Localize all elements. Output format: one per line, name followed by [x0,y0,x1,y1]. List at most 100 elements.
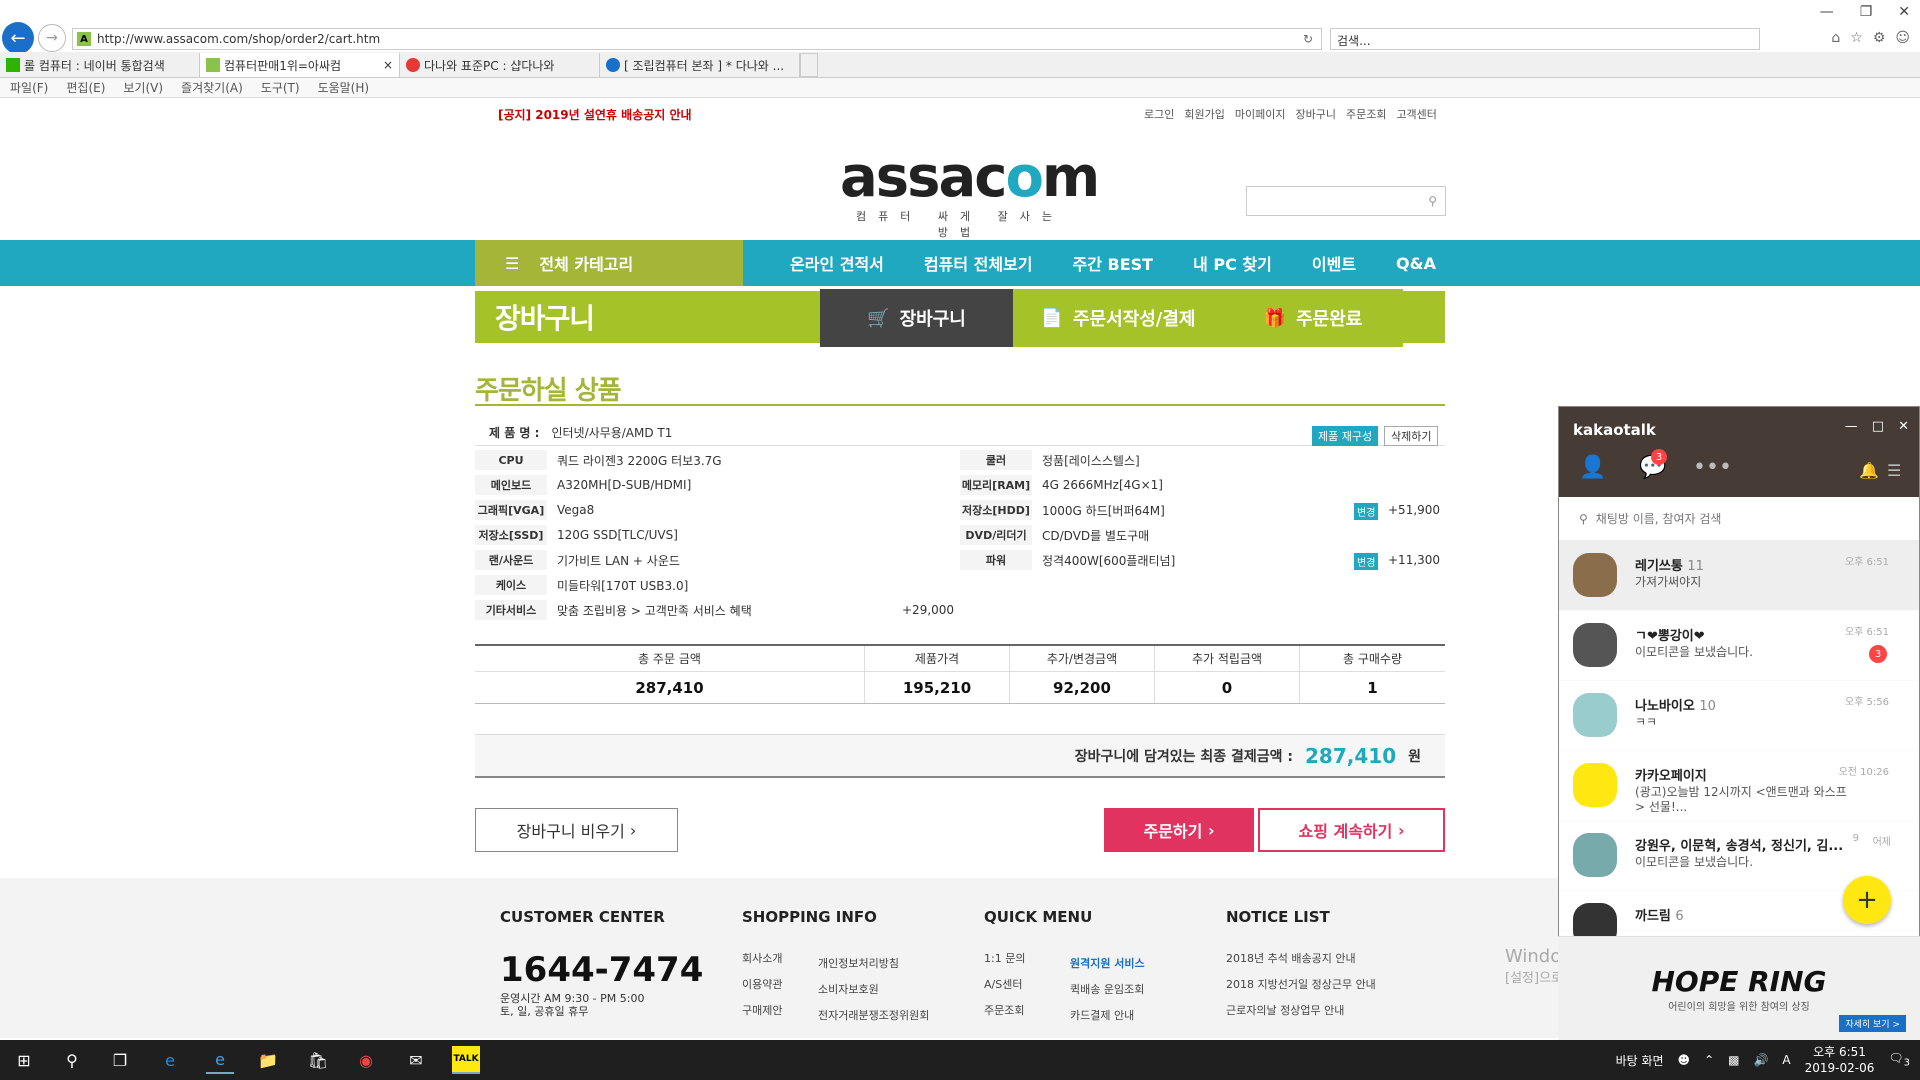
gear-icon[interactable]: ⚙ [1873,30,1886,46]
browser-search-input[interactable]: 검색... [1330,28,1760,50]
menu-icon[interactable]: ☰ [1887,461,1901,480]
menu-file[interactable]: 파일(F) [10,79,48,96]
login-link[interactable]: 로그인 [1144,106,1174,122]
chat-item[interactable]: 카카오페이지 (광고)오늘밤 12시까지 <앤트맨과 와스프> 선물!... 오전 … [1559,751,1919,821]
continue-shopping-button[interactable]: 쇼핑 계속하기 › [1258,808,1445,852]
nav-online-estimate[interactable]: 온라인 견적서 [790,251,884,275]
menu-view[interactable]: 보기(V) [123,79,163,96]
add-change-amount: 92,200 [1010,672,1155,703]
nav-qna[interactable]: Q&A [1396,254,1436,273]
star-icon[interactable]: ☆ [1850,30,1863,46]
close-icon[interactable]: ✕ [1898,4,1910,20]
minimize-icon[interactable]: — [1820,4,1834,20]
delete-button[interactable]: 삭제하기 [1384,426,1439,446]
reconfigure-button[interactable]: 제품 재구성 [1312,426,1379,446]
new-tab-button[interactable] [800,53,818,77]
order-button[interactable]: 주문하기 › [1104,808,1254,852]
mypage-link[interactable]: 마이페이지 [1235,106,1286,122]
nav-find-pc[interactable]: 내 PC 찾기 [1193,251,1272,275]
friends-icon[interactable]: 👤 [1579,455,1606,480]
total-qty: 1 [1367,678,1378,697]
notification-icon[interactable]: 🗨3 [1888,1051,1910,1068]
clock[interactable]: 오후 6:51 2019-02-06 [1805,1044,1875,1076]
site-logo[interactable]: assacom 컴퓨터 싸게 잘사는 방법 [840,150,1100,240]
search-icon[interactable]: ⚲ [58,1046,86,1074]
product-price: 195,210 [865,672,1010,703]
kakao-search-input[interactable]: ⚲ 채팅방 이름, 참여자 검색 [1559,497,1919,541]
site-favicon-icon: A [77,32,91,46]
spec-row: 쿨러 정품[레이스스텔스] [960,450,1140,470]
empty-cart-button[interactable]: 장바구니 비우기 › [475,808,678,852]
new-chat-button[interactable]: + [1843,876,1891,924]
menu-tools[interactable]: 도구(T) [261,79,300,96]
mail-icon[interactable]: ✉ [402,1046,430,1074]
people-icon[interactable]: ☻ [1678,1053,1691,1067]
address-bar[interactable]: A http://www.assacom.com/shop/order2/car… [72,28,1322,50]
power-change-button[interactable]: 변경 [1354,553,1379,570]
search-icon[interactable]: ⚲ [1428,194,1437,208]
maximize-icon[interactable]: □ [1872,419,1884,434]
customer-center-link[interactable]: 고객센터 [1396,106,1436,122]
chrome-icon[interactable]: ◉ [352,1046,380,1074]
top-notice-link[interactable]: [공지] 2019년 설연휴 배송공지 안내 [498,106,692,123]
system-tray: 바탕 화면 ☻ ⌃ ▩ 🔊 A 오후 6:51 2019-02-06 🗨3 [1616,1040,1910,1080]
order-check-link[interactable]: 주문조회 [1346,106,1386,122]
spec-row: 저장소[SSD] 120G SSD[TLC/UVS] [475,525,678,545]
chat-item[interactable]: ㄱ❤뽕강이❤ 이모티콘을 보냈습니다. 오후 6:51 3 [1559,611,1919,681]
main-nav-menu: 온라인 견적서 컴퓨터 전체보기 주간 BEST 내 PC 찾기 이벤트 Q&A [790,240,1436,286]
edge-icon[interactable]: e [156,1046,184,1074]
ime-indicator[interactable]: A [1782,1053,1790,1067]
cart-link[interactable]: 장바구니 [1295,106,1335,122]
minimize-icon[interactable]: — [1845,419,1858,434]
spec-row: 그래픽[VGA] Vega8 [475,500,594,520]
tab-naver[interactable]: 롤 컴퓨터 : 네이버 통합검색 [0,53,200,77]
nav-all-computers[interactable]: 컴퓨터 전체보기 [924,251,1033,275]
menu-edit[interactable]: 편집(E) [66,79,105,96]
join-link[interactable]: 회원가입 [1184,106,1224,122]
back-button[interactable]: ← [2,22,34,54]
network-icon[interactable]: ▩ [1728,1053,1739,1067]
close-icon[interactable]: ✕ [1898,419,1909,434]
forward-button[interactable]: → [38,24,66,52]
tab-danawa[interactable]: 다나와 표준PC : 샵다나와 [400,53,600,77]
tab-close-icon[interactable]: × [383,58,393,72]
menu-help[interactable]: 도움말(H) [318,79,370,96]
windows-start-icon[interactable]: ⊞ [10,1046,38,1074]
smiley-icon[interactable]: ☺ [1895,30,1910,46]
tab-assacom[interactable]: 컴퓨터판매1위=아싸컴 × [200,53,400,77]
site-search-input[interactable]: ⚲ [1246,186,1446,216]
chat-item[interactable]: 레기쓰통 11 가져가써야지 오후 6:51 [1559,541,1919,611]
bell-icon[interactable]: 🔔 [1859,461,1879,480]
service-add-price: +29,000 [902,603,955,617]
chat-item[interactable]: 나노바이오 10 ㅋㅋ 오후 5:56 [1559,681,1919,751]
kakao-ad-banner[interactable]: HOPE RING 어린이의 희망을 위한 참여의 상징 자세히 보기 > [1558,936,1920,1040]
hdd-change-button[interactable]: 변경 [1354,503,1379,520]
product-name: 인터넷/사무용/AMD T1 [551,426,673,440]
nav-weekly-best[interactable]: 주간 BEST [1073,251,1154,275]
plus-icon: + [1856,885,1878,915]
footer-hours: 운영시간 AM 9:30 - PM 5:00 토, 일, 공휴일 휴무 [500,992,645,1018]
file-explorer-icon[interactable]: 📁 [254,1046,282,1074]
ie-icon [606,58,620,72]
ie-icon[interactable]: e [206,1046,234,1074]
order-section-title: 주문하실 상품 [475,370,1445,406]
spec-row: 메인보드 A320MH[D-SUB/HDMI] [475,475,691,495]
volume-icon[interactable]: 🔊 [1753,1053,1768,1067]
menu-favorites[interactable]: 즐겨찾기(A) [181,79,243,96]
home-icon[interactable]: ⌂ [1831,30,1840,46]
kakaotalk-icon[interactable]: TALK [452,1046,480,1074]
ad-detail-button[interactable]: 자세히 보기 > [1839,1015,1906,1032]
restore-icon[interactable]: ❐ [1860,4,1873,20]
nav-event[interactable]: 이벤트 [1312,251,1356,275]
step-order-form: 📄 주문서작성/결제 [1013,289,1223,347]
arrow-left-icon: ← [10,27,26,49]
task-view-icon[interactable]: ❐ [106,1046,134,1074]
product-name-row: 제 품 명 : 인터넷/사무용/AMD T1 [475,420,1445,446]
more-icon[interactable]: ••• [1693,455,1732,480]
store-icon[interactable]: 🛍 [304,1046,332,1074]
all-category-button[interactable]: ☰ 전체 카테고리 [475,240,743,286]
desktop-toolbar-label[interactable]: 바탕 화면 [1616,1052,1664,1069]
tab-danawa-2[interactable]: [ 조립컴퓨터 본좌 ] * 다나와 ... [600,53,800,77]
chevron-up-icon[interactable]: ⌃ [1704,1053,1714,1067]
refresh-icon[interactable]: ↻ [1303,32,1313,46]
